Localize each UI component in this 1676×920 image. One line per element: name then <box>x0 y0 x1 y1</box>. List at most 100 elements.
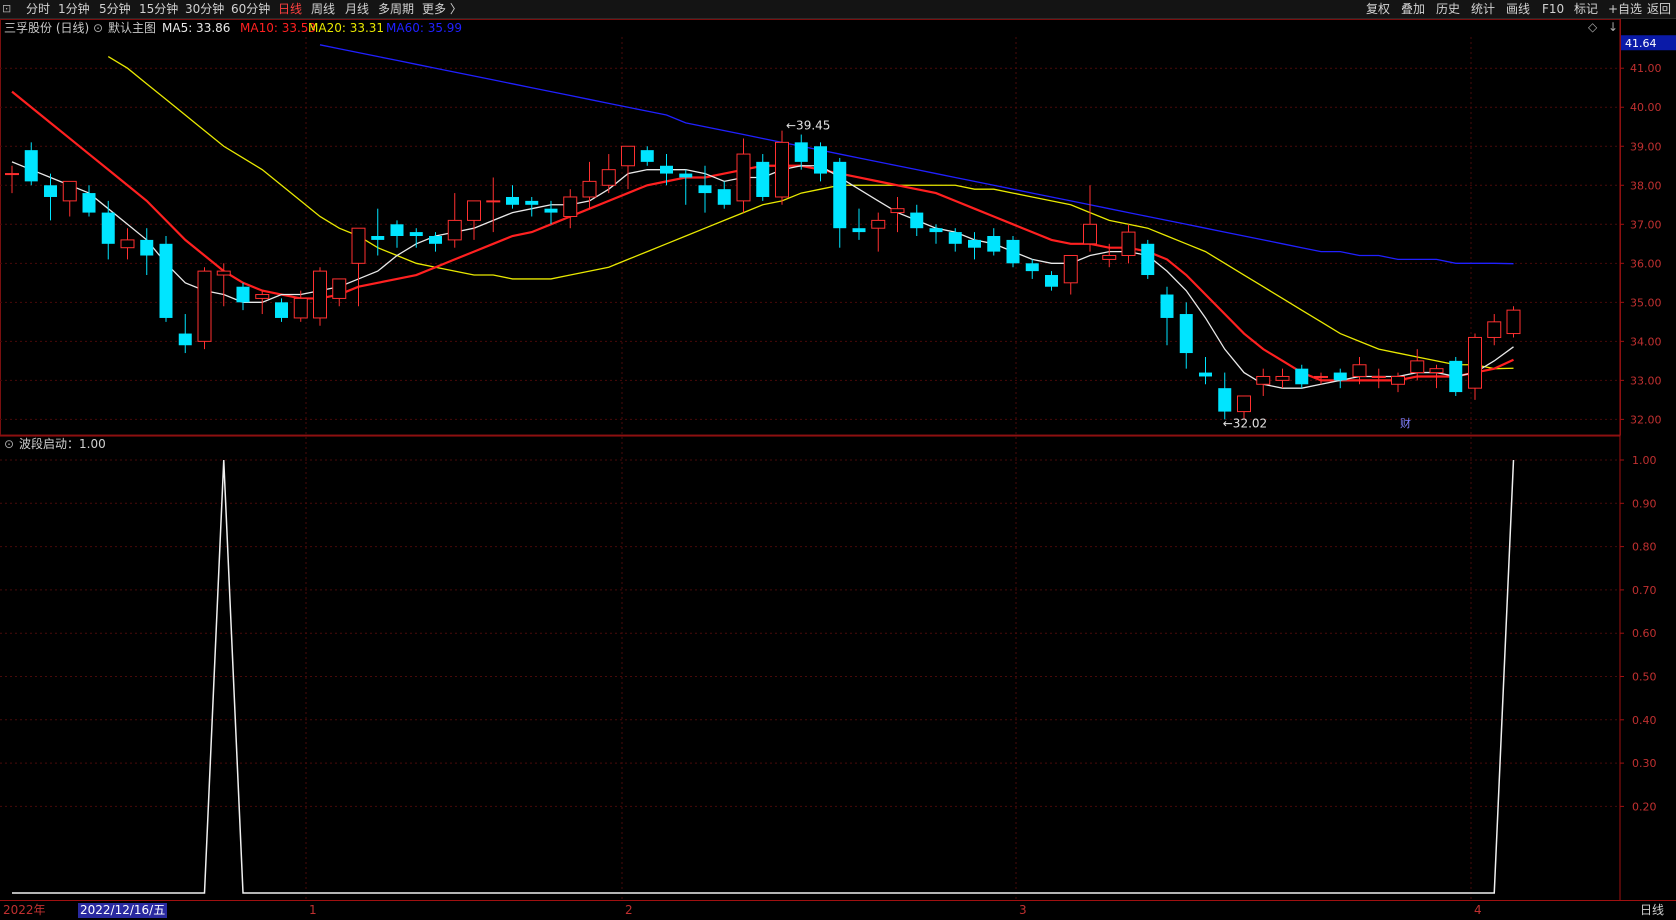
candle-body <box>486 200 501 203</box>
sub-tick-label: 0.80 <box>1632 541 1657 554</box>
candle-body <box>1487 321 1502 338</box>
candle-body <box>890 208 905 214</box>
candle-body <box>1218 388 1232 412</box>
price-tick-label: 41.00 <box>1630 62 1662 75</box>
candle <box>506 185 519 209</box>
tab-multi-period[interactable]: 多周期 <box>378 1 414 17</box>
candle <box>159 236 173 322</box>
x-tick-month-2: 2 <box>625 903 633 917</box>
candle <box>178 314 192 354</box>
low-price-annotation: ←32.02 <box>1223 417 1267 431</box>
candle-body <box>159 243 173 318</box>
annotations: ←39.45 ←32.02 财 <box>786 119 1411 431</box>
candle-body <box>140 239 154 256</box>
moving-average-lines <box>11 44 1514 389</box>
sub-tick-label: 1.00 <box>1632 454 1657 467</box>
candle <box>1025 259 1039 279</box>
candle-body <box>756 161 770 197</box>
candle-body <box>563 196 578 217</box>
financial-event-marker: 财 <box>1400 416 1411 430</box>
candle-body <box>871 219 886 229</box>
price-tick-label: 38.00 <box>1630 179 1662 192</box>
candle <box>371 208 385 256</box>
price-axis: 41.00 40.00 39.00 38.00 37.00 36.00 35.00 34.00… <box>1620 35 1676 813</box>
tab-30min[interactable]: 30分钟 <box>185 1 224 17</box>
price-tick-label: 37.00 <box>1630 218 1662 231</box>
tab-monthly[interactable]: 月线 <box>345 1 369 17</box>
candle <box>640 146 654 166</box>
grid-lines <box>0 19 1676 901</box>
tab-5min[interactable]: 5分钟 <box>99 1 131 17</box>
tab-1min[interactable]: 1分钟 <box>58 1 90 17</box>
fuquan-button[interactable]: 复权 <box>1366 1 1390 17</box>
candle-body <box>1006 239 1020 264</box>
sub-tick-label: 0.50 <box>1632 671 1657 684</box>
price-tick-label: 34.00 <box>1630 335 1662 348</box>
candle-body <box>1506 309 1521 335</box>
draw-line-button[interactable]: 画线 <box>1506 1 1530 17</box>
ma10-line <box>11 90 1514 382</box>
sub-tick-label: 0.90 <box>1632 497 1657 510</box>
f10-button[interactable]: F10 <box>1542 1 1564 17</box>
add-watchlist-button[interactable]: +自选 <box>1608 1 1642 17</box>
candle <box>1063 255 1078 295</box>
mark-button[interactable]: 标记 <box>1574 1 1598 17</box>
tab-fenshi[interactable]: 分时 <box>26 1 50 17</box>
candle-body <box>178 333 192 346</box>
candle <box>717 181 731 209</box>
candle <box>525 196 539 217</box>
candle <box>968 232 981 260</box>
candle <box>409 228 423 248</box>
candle <box>5 165 19 194</box>
high-price-annotation: ←39.45 <box>786 119 830 133</box>
tab-more[interactable]: 更多 〉 <box>422 1 462 17</box>
sub-tick-label: 0.70 <box>1632 584 1657 597</box>
candle <box>332 278 347 307</box>
tab-15min[interactable]: 15分钟 <box>139 1 178 17</box>
tab-daily[interactable]: 日线 <box>278 1 302 17</box>
candle-body <box>429 236 442 244</box>
sub-tick-label: 0.60 <box>1632 627 1657 640</box>
candle <box>120 228 135 260</box>
candle <box>1506 306 1521 338</box>
x-tick-month-1: 1 <box>309 903 317 917</box>
candle-body <box>833 161 847 229</box>
tab-weekly[interactable]: 周线 <box>311 1 335 17</box>
candle <box>871 212 886 252</box>
candle <box>313 267 327 326</box>
history-button[interactable]: 历史 <box>1436 1 1460 17</box>
candle-body <box>1391 375 1405 385</box>
candle <box>140 228 154 276</box>
candle <box>1160 286 1174 346</box>
candle <box>814 142 827 182</box>
sub-tick-label: 0.30 <box>1632 757 1657 770</box>
candle <box>563 189 578 229</box>
candle-body <box>1468 336 1482 389</box>
current-price-label: 41.64 <box>1625 37 1657 50</box>
kline-chart[interactable]: 41.00 40.00 39.00 38.00 37.00 36.00 35.00 34.00… <box>0 19 1676 901</box>
candle-body <box>1371 375 1386 378</box>
candle-body <box>660 165 673 174</box>
candle <box>929 224 943 244</box>
overlay-button[interactable]: 叠加 <box>1401 1 1425 17</box>
period-label[interactable]: 日线 <box>1640 903 1664 918</box>
candle-body <box>987 236 1001 252</box>
back-button[interactable]: 返回 <box>1647 1 1671 17</box>
candle-body <box>5 173 19 176</box>
candle-body <box>1275 375 1290 381</box>
ma20-line <box>107 55 1514 370</box>
window-icon[interactable]: ⊡ <box>2 2 16 16</box>
candle-body <box>1410 360 1425 374</box>
candle-body <box>736 153 751 202</box>
candle <box>24 142 38 186</box>
candle <box>1121 224 1136 264</box>
stats-button[interactable]: 统计 <box>1471 1 1495 17</box>
sub-tick-label: 0.20 <box>1632 800 1657 813</box>
candle-body <box>1045 275 1058 287</box>
candle-body <box>351 227 366 264</box>
candle-body <box>679 173 693 178</box>
candle <box>82 185 96 217</box>
candle-body <box>313 270 327 319</box>
tab-60min[interactable]: 60分钟 <box>231 1 270 17</box>
candle <box>852 208 866 240</box>
